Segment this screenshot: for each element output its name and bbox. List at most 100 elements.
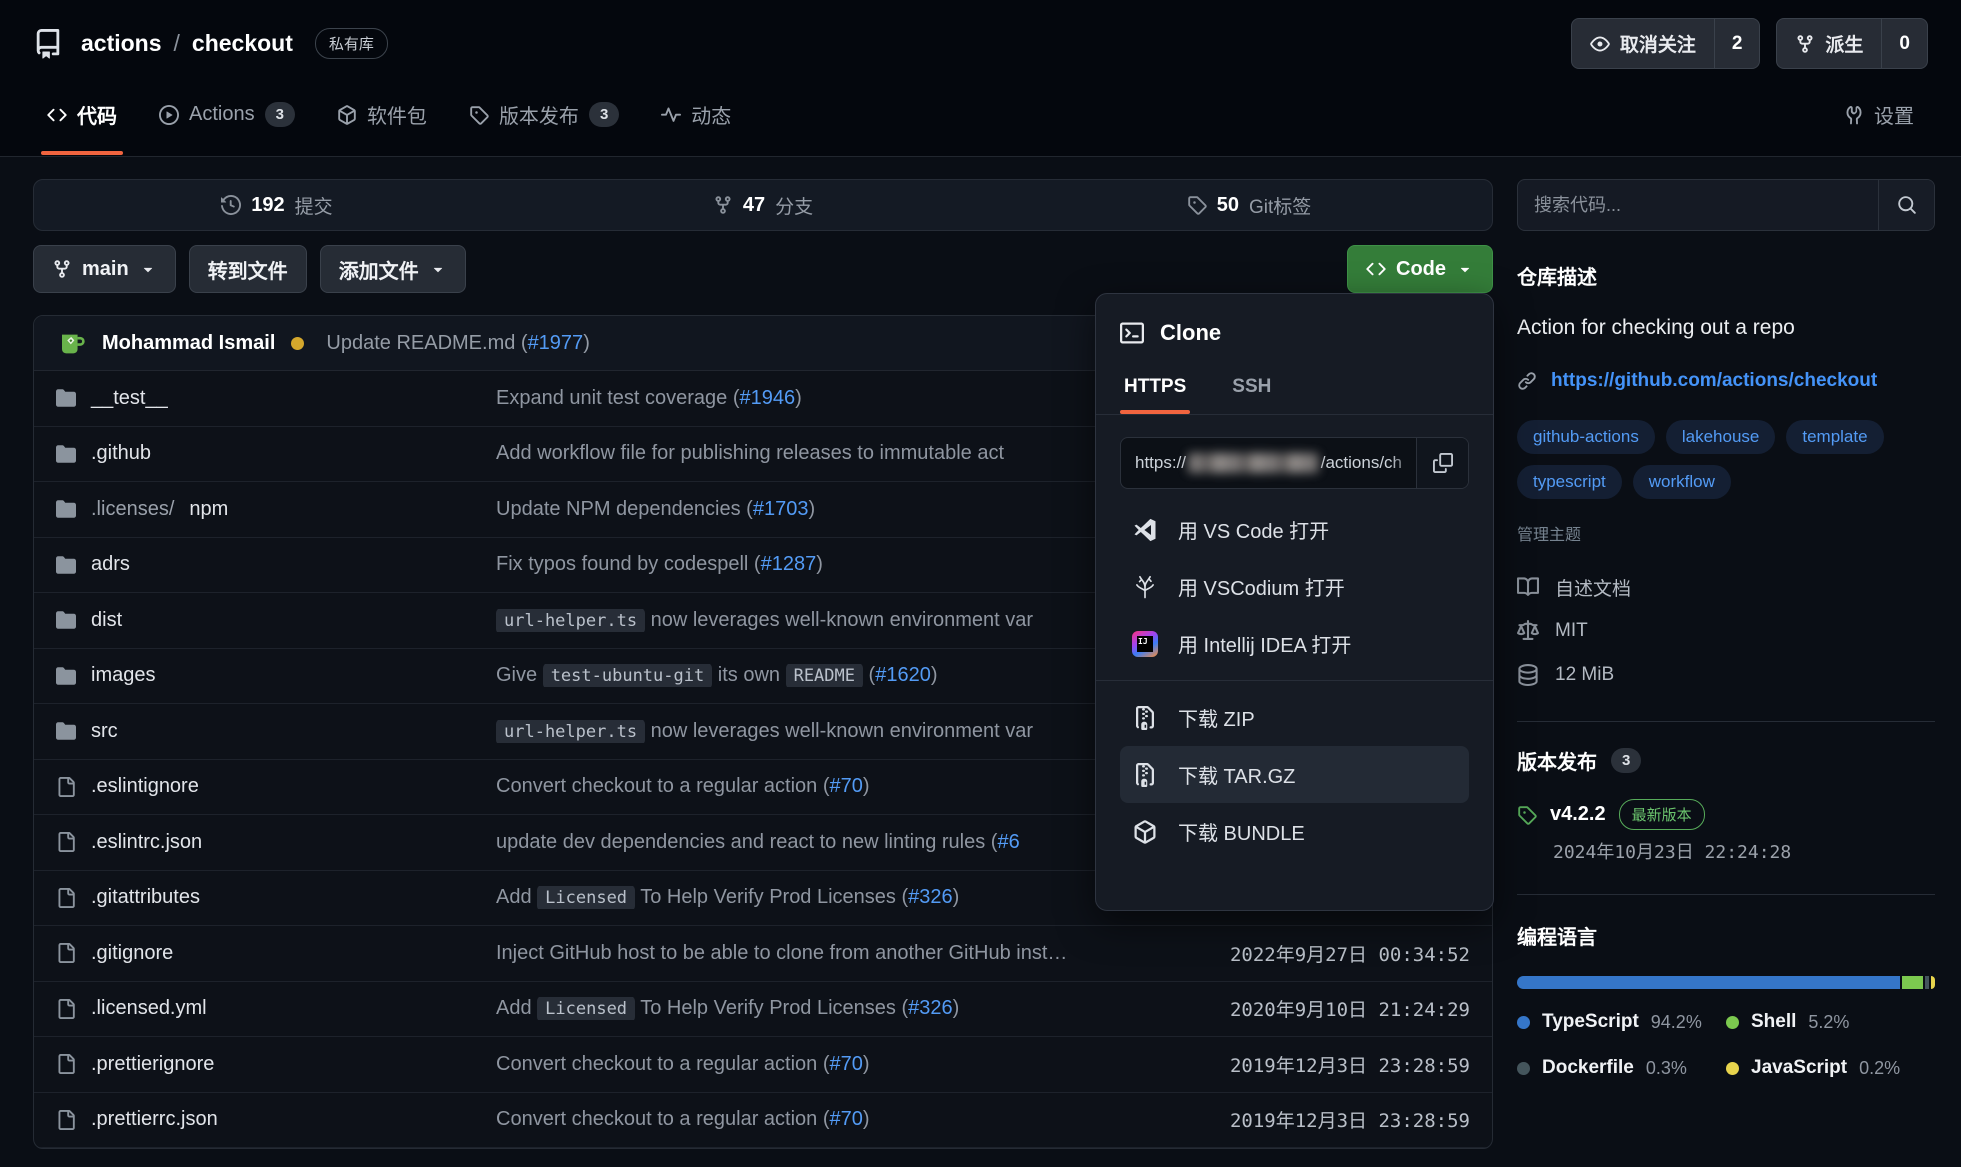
search-code-input[interactable] [1518,180,1878,230]
file-commit-message[interactable]: Convert checkout to a regular action (#7… [496,775,1150,798]
topic-pill[interactable]: github-actions [1517,420,1655,454]
goto-file-button[interactable]: 转到文件 [189,245,307,293]
file-name-link[interactable]: images [56,664,496,687]
file-name-link[interactable]: .eslintrc.json [56,831,496,854]
forks-count[interactable]: 0 [1881,19,1927,68]
release-version-link[interactable]: v4.2.2 [1550,803,1606,826]
language-bar[interactable] [1517,976,1935,989]
file-name-link[interactable]: .prettierignore [56,1053,496,1076]
pr-link[interactable]: #1620 [875,664,931,686]
language-legend-item[interactable]: TypeScript94.2% [1517,1011,1726,1033]
file-commit-message[interactable]: url-helper.ts now leverages well-known e… [496,720,1150,743]
tab-package[interactable]: 软件包 [323,100,441,153]
topic-pill[interactable]: workflow [1633,465,1731,499]
commit-author[interactable]: Mohammad Ismail [102,332,275,355]
branch-selector[interactable]: main [33,245,176,293]
add-file-button[interactable]: 添加文件 [320,245,466,293]
file-commit-message[interactable]: Convert checkout to a regular action (#7… [496,1108,1150,1131]
tab-tag[interactable]: 版本发布3 [455,100,633,153]
repo-description: Action for checking out a repo [1517,316,1935,340]
pr-link[interactable]: #1977 [528,332,584,354]
file-commit-message[interactable]: url-helper.ts now leverages well-known e… [496,609,1150,632]
file-name-link[interactable]: .licensed.yml [56,997,496,1020]
watchers-count[interactable]: 2 [1714,19,1760,68]
code-toolbar: main 转到文件 添加文件 Code [33,245,1493,293]
file-commit-message[interactable]: Add Licensed To Help Verify Prod License… [496,997,1150,1020]
topic-pill[interactable]: template [1786,420,1883,454]
language-segment [1902,976,1923,989]
clone-tab-https[interactable]: HTTPS [1124,376,1186,414]
tab-count-badge: 3 [265,102,295,127]
file-commit-message[interactable]: Convert checkout to a regular action (#7… [496,1053,1150,1076]
clone-menu-item[interactable]: 下载 BUNDLE [1120,803,1469,860]
tab-pulse[interactable]: 动态 [647,100,745,153]
repo-name-link[interactable]: checkout [192,30,293,57]
clone-menu-item[interactable]: IJ用 Intellij IDEA 打开 [1120,615,1469,672]
file-name-link[interactable]: .gitattributes [56,886,496,909]
clone-menu-item[interactable]: 用 VS Code 打开 [1120,501,1469,558]
repo-meta-item[interactable]: 12 MiB [1517,653,1935,697]
fork-button[interactable]: 派生 0 [1776,18,1928,69]
pr-link[interactable]: #70 [830,1108,863,1130]
repo-stat-fork[interactable]: 47分支 [520,180,1006,230]
search-code-button[interactable] [1878,180,1934,230]
file-name: dist [91,609,122,632]
file-name-link[interactable]: .prettierrc.json [56,1108,496,1131]
repo-stat-tag[interactable]: 50Git标签 [1006,180,1492,230]
tab-settings[interactable]: 设置 [1830,100,1928,153]
topic-pill[interactable]: typescript [1517,465,1622,499]
commit-status-icon[interactable] [291,337,304,350]
clone-menu-item[interactable]: 用 VSCodium 打开 [1120,558,1469,615]
file-commit-message[interactable]: Add workflow file for publishing release… [496,442,1150,465]
clone-dropdown-panel: Clone HTTPSSSH https:///actions/ch 用 VS … [1095,293,1494,911]
avatar[interactable] [56,328,86,358]
clone-tab-ssh[interactable]: SSH [1232,376,1271,414]
file-commit-message[interactable]: Fix typos found by codespell (#1287) [496,553,1150,576]
file-commit-message[interactable]: Add Licensed To Help Verify Prod License… [496,886,1150,909]
file-name-link[interactable]: .licenses/npm [56,498,496,521]
file-commit-message[interactable]: Give test-ubuntu-git its own README (#16… [496,664,1150,687]
clone-menu-item[interactable]: 下载 TAR.GZ [1120,746,1469,803]
file-name-link[interactable]: dist [56,609,496,632]
language-legend-item[interactable]: Dockerfile0.3% [1517,1057,1726,1079]
code-chip: url-helper.ts [496,609,645,632]
repo-meta-label: 12 MiB [1555,664,1614,686]
repo-meta-item[interactable]: MIT [1517,609,1935,653]
pr-link[interactable]: #1703 [753,498,809,520]
language-legend-item[interactable]: JavaScript0.2% [1726,1057,1935,1079]
file-commit-message[interactable]: Update NPM dependencies (#1703) [496,498,1150,521]
file-commit-message[interactable]: update dev dependencies and react to new… [496,831,1150,854]
file-name-link[interactable]: .eslintignore [56,775,496,798]
clone-menu-item[interactable]: 下载 ZIP [1120,689,1469,746]
file-name-link[interactable]: __test__ [56,387,496,410]
file-commit-message[interactable]: Inject GitHub host to be able to clone f… [496,942,1150,965]
manage-topics-link[interactable]: 管理主题 [1517,521,1935,545]
file-commit-message[interactable]: Expand unit test coverage (#1946) [496,387,1150,410]
pr-link[interactable]: #1946 [739,387,795,409]
file-name-link[interactable]: .gitignore [56,942,496,965]
link-icon [1517,371,1537,391]
pr-link[interactable]: #70 [830,775,863,797]
pr-link[interactable]: #326 [908,997,953,1019]
pr-link[interactable]: #326 [908,886,953,908]
pr-link[interactable]: #1287 [761,553,817,575]
repo-stat-history[interactable]: 192提交 [34,180,520,230]
file-name-link[interactable]: .github [56,442,496,465]
repo-meta-item[interactable]: 自述文档 [1517,565,1935,609]
release-date: 2024年10月23日 22:24:28 [1517,838,1935,864]
tab-code[interactable]: 代码 [33,100,131,153]
language-legend-item[interactable]: Shell5.2% [1726,1011,1935,1033]
website-link[interactable]: https://github.com/actions/checkout [1551,370,1877,392]
code-button[interactable]: Code [1347,245,1493,293]
topic-pill[interactable]: lakehouse [1666,420,1776,454]
unwatch-button[interactable]: 取消关注 2 [1571,18,1761,69]
clone-url-input[interactable]: https:///actions/ch [1121,438,1416,488]
releases-heading[interactable]: 版本发布 [1517,746,1597,775]
copy-url-button[interactable] [1416,438,1468,488]
pr-link[interactable]: #6 [997,831,1019,853]
repo-owner-link[interactable]: actions [81,30,162,57]
file-name-link[interactable]: src [56,720,496,743]
pr-link[interactable]: #70 [830,1053,863,1075]
file-name-link[interactable]: adrs [56,553,496,576]
tab-play[interactable]: Actions3 [145,100,309,153]
